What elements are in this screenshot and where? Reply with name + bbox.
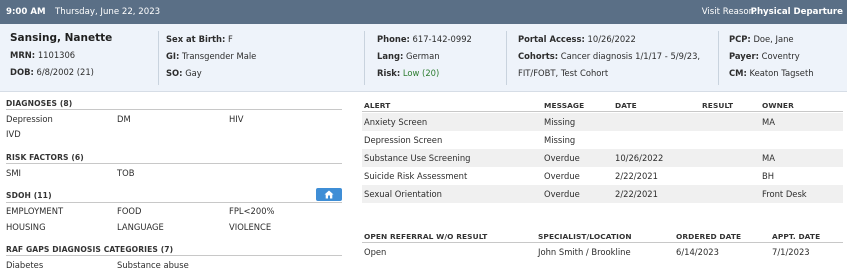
alert-date: 10/26/2022 [615, 153, 664, 163]
column-header-result: RESULT [702, 101, 734, 110]
raf-title: RAF GAPS DIAGNOSIS CATEGORIES (7) [6, 245, 174, 254]
diagnoses-title: DIAGNOSES (8) [6, 99, 73, 108]
portal-access-field: Portal Access: 10/26/2022 [518, 34, 636, 44]
divider [6, 163, 342, 164]
referral-appt-date: 7/1/2023 [772, 247, 810, 257]
appointment-time: 9:00 AM [6, 7, 46, 17]
table-row[interactable]: Depression Screen Missing [362, 131, 843, 149]
diagnosis-item: IVD [6, 129, 21, 139]
referral-status: Open [364, 247, 387, 257]
patient-banner: Sansing, Nanette MRN: 1101306 DOB: 6/8/2… [0, 24, 847, 92]
appointment-date: Thursday, June 22, 2023 [55, 7, 161, 17]
alert-name: Sexual Orientation [364, 189, 442, 199]
risk-factor-item: SMI [6, 168, 22, 178]
referral-specialist: John Smith / Brookline [538, 247, 631, 257]
sdoh-item: VIOLENCE [229, 222, 272, 232]
risk-factor-item: TOB [117, 168, 135, 178]
sdoh-house-button[interactable] [316, 188, 342, 201]
sdoh-item: HOUSING [6, 222, 46, 232]
diagnosis-item: DM [117, 114, 131, 124]
divider [6, 202, 342, 203]
referral-ordered-date: 6/14/2023 [676, 247, 719, 257]
table-row[interactable]: Sexual Orientation Overdue 2/22/2021 Fro… [362, 185, 843, 203]
diagnosis-item: HIV [229, 114, 244, 124]
column-header-date: DATE [615, 101, 637, 110]
alert-owner: MA [762, 153, 775, 163]
sdoh-item: LANGUAGE [117, 222, 164, 232]
column-header-ordered-date: ORDERED DATE [676, 232, 742, 241]
table-row[interactable]: Anxiety Screen Missing MA [362, 113, 843, 131]
sex-at-birth-field: Sex at Birth: F [166, 34, 233, 44]
diagnosis-item: Depression [6, 114, 53, 124]
dob-field: DOB: 6/8/2002 (21) [10, 67, 94, 77]
column-header-open-referral: OPEN REFERRAL W/O RESULT [364, 232, 488, 241]
gender-identity-field: GI: Transgender Male [166, 51, 257, 61]
alert-owner: BH [762, 171, 775, 181]
raf-item: Substance abuse [117, 260, 189, 270]
divider [6, 109, 342, 110]
sdoh-item: FOOD [117, 206, 142, 216]
sdoh-item: EMPLOYMENT [6, 206, 64, 216]
alert-name: Depression Screen [364, 135, 443, 145]
sdoh-title: SDOH (11) [6, 191, 52, 200]
column-header-appt-date: APPT. DATE [772, 232, 821, 241]
alert-name: Substance Use Screening [364, 153, 471, 163]
table-row[interactable]: Suicide Risk Assessment Overdue 2/22/202… [362, 167, 843, 185]
alert-date: 2/22/2021 [615, 171, 658, 181]
language-field: Lang: German [377, 51, 440, 61]
column-header-message: MESSAGE [544, 101, 585, 110]
raf-item: Diabetes [6, 260, 44, 270]
column-header-owner: OWNER [762, 101, 794, 110]
divider [364, 31, 365, 85]
top-bar: 9:00 AM Thursday, June 22, 2023 Visit Re… [0, 0, 847, 24]
divider [158, 31, 159, 85]
cohorts-field-continued: FIT/FOBT, Test Cohort [518, 68, 609, 78]
alert-message: Overdue [544, 153, 580, 163]
pcp-field: PCP: Doe, Jane [729, 34, 794, 44]
alert-message: Overdue [544, 171, 580, 181]
risk-field: Risk: Low (20) [377, 68, 440, 78]
divider [362, 111, 843, 112]
alert-name: Suicide Risk Assessment [364, 171, 468, 181]
alert-owner: Front Desk [762, 189, 807, 199]
visit-reason-label: Visit Reason: [701, 7, 757, 17]
divider [6, 255, 342, 256]
sdoh-item: FPL<200% [229, 206, 275, 216]
alert-date: 2/22/2021 [615, 189, 658, 199]
risk-factors-title: RISK FACTORS (6) [6, 153, 84, 162]
phone-field: Phone: 617-142-0992 [377, 34, 472, 44]
table-row[interactable]: Open John Smith / Brookline 6/14/2023 7/… [362, 243, 843, 261]
mrn-field: MRN: 1101306 [10, 50, 76, 60]
column-header-specialist: SPECIALIST/LOCATION [538, 232, 632, 241]
table-row[interactable]: Substance Use Screening Overdue 10/26/20… [362, 149, 843, 167]
payer-field: Payer: Coventry [729, 51, 800, 61]
sexual-orientation-field: SO: Gay [166, 68, 202, 78]
alert-name: Anxiety Screen [364, 117, 428, 127]
divider [506, 31, 507, 85]
patient-name: Sansing, Nanette [10, 32, 113, 44]
cohorts-field: Cohorts: Cancer diagnosis 1/1/17 - 5/9/2… [518, 51, 701, 61]
house-icon [324, 190, 334, 199]
column-header-alert: ALERT [364, 101, 391, 110]
alert-message: Missing [544, 135, 576, 145]
alert-message: Missing [544, 117, 576, 127]
visit-reason-value: Physical Departure [750, 7, 843, 17]
alert-message: Overdue [544, 189, 580, 199]
care-manager-field: CM: Keaton Tagseth [729, 68, 814, 78]
alert-owner: MA [762, 117, 775, 127]
divider [718, 31, 719, 85]
